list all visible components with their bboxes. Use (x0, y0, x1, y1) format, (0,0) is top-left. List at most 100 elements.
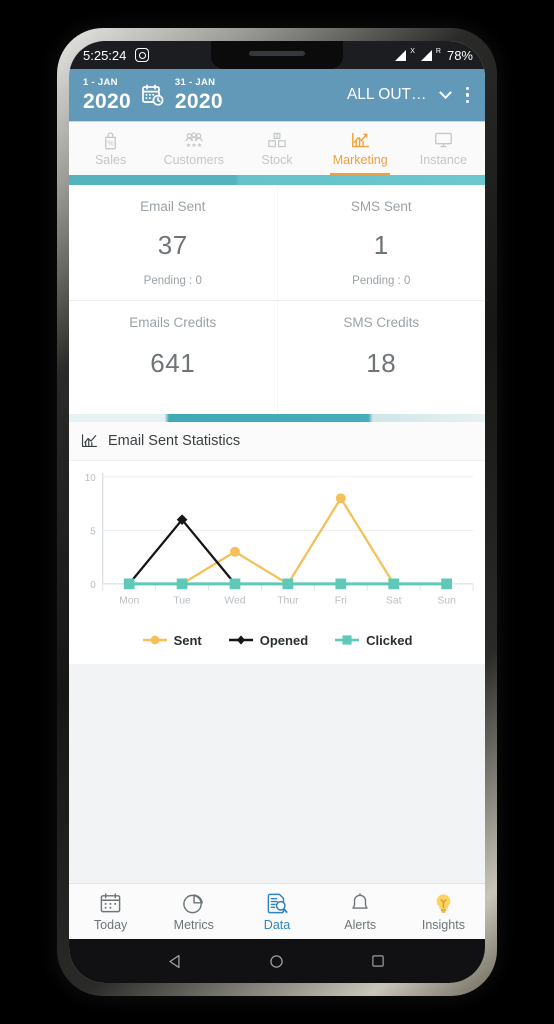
nav-item-today[interactable]: Today (69, 884, 152, 939)
data-point-clicked (335, 578, 347, 590)
data-point-clicked (123, 578, 135, 590)
marketing-chart-icon (350, 131, 371, 150)
bottom-navigation-bar: Today Metrics Data Alerts Insights (69, 883, 485, 939)
nav-item-insights[interactable]: Insights (402, 884, 485, 939)
date-to-day: 31 - JAN (174, 77, 216, 89)
legend-label-clicked: Clicked (366, 632, 413, 648)
x-axis-tick-label: Tue (173, 596, 191, 607)
x-axis-tick-label: Sun (437, 596, 456, 607)
stat-value: 18 (366, 348, 397, 378)
legend-item-clicked[interactable]: Clicked (334, 633, 412, 648)
data-point-clicked (441, 578, 452, 590)
stat-card-sent: Email Sent 37 Pending : 0 SMS Sent 1 Pen… (69, 185, 485, 300)
pie-chart-icon (182, 891, 205, 915)
back-button[interactable] (159, 944, 193, 978)
sales-tag-icon: % (101, 131, 120, 150)
earpiece-speaker (249, 51, 305, 56)
calendar-clock-icon[interactable] (141, 83, 165, 107)
nav-item-data[interactable]: Data (235, 884, 318, 939)
status-bar-right: X R 78% (395, 48, 473, 63)
battery-percent: 78% (446, 47, 473, 63)
outlet-filter-dropdown[interactable]: ALL OUT… (347, 85, 452, 104)
signal-label-r: R (435, 47, 441, 55)
legend-marker-clicked (335, 635, 360, 645)
overflow-dot (465, 86, 469, 91)
home-button[interactable] (260, 944, 294, 978)
calendar-icon (99, 891, 122, 915)
phone-device-frame: 5:25:24 X R 78% 1 - JAN 2020 31 - JAN 20… (57, 28, 497, 996)
legend-marker-sent (142, 635, 167, 645)
tab-customers[interactable]: Customers (152, 122, 235, 175)
tab-instance-label: Instance (419, 152, 468, 167)
tab-sales[interactable]: % Sales (69, 122, 152, 175)
teal-accent-band-top (69, 175, 485, 185)
signal-label-x: X (410, 47, 415, 55)
tab-sales-label: Sales (94, 152, 127, 167)
status-bar-left: 5:25:24 (83, 47, 150, 63)
legend-item-opened[interactable]: Opened (228, 633, 308, 648)
date-from-year: 2020 (83, 89, 131, 113)
overflow-dot (465, 99, 469, 104)
x-axis-tick-label: Thur (277, 596, 299, 607)
nav-label-metrics: Metrics (173, 918, 214, 932)
stat-value: 37 (157, 230, 188, 260)
chart-line-opened (128, 518, 448, 585)
content-scroll-area[interactable]: Email Sent 37 Pending : 0 SMS Sent 1 Pen… (69, 185, 485, 883)
stat-label: Emails Credits (129, 315, 217, 330)
legend-marker-opened (228, 635, 253, 645)
email-line-chart[interactable]: 0 5 10 Mon Tue Wed Thur Fri Sat Sun (69, 461, 485, 621)
app-header: 1 - JAN 2020 31 - JAN 2020 ALL OUT… (69, 69, 485, 121)
nav-item-alerts[interactable]: Alerts (319, 884, 402, 939)
tab-instance[interactable]: Instance (402, 122, 485, 175)
stat-label: Email Sent (140, 199, 206, 214)
email-statistics-card: Email Sent Statistics 0 5 10 Mon Tue Wed Thur F… (69, 422, 485, 664)
data-search-icon (266, 891, 289, 915)
stat-card-credits: Emails Credits 641 SMS Credits 18 (69, 300, 485, 414)
stat-cell-sms-sent: SMS Sent 1 Pending : 0 (276, 185, 486, 300)
chart-header: Email Sent Statistics (69, 422, 485, 461)
section-tab-strip: % Sales Customers Stock Marketing Instan… (69, 121, 485, 175)
date-to-year: 2020 (174, 89, 223, 113)
nav-label-data: Data (263, 918, 291, 932)
chevron-down-icon (438, 85, 452, 99)
overflow-dot (465, 93, 469, 97)
legend-label-sent: Sent (173, 632, 202, 648)
overflow-menu-icon[interactable] (460, 83, 476, 108)
nav-item-metrics[interactable]: Metrics (152, 884, 235, 939)
customers-group-icon (183, 131, 205, 150)
bell-icon (349, 891, 371, 915)
stat-sub: Pending : 0 (352, 275, 411, 287)
tab-stock-label: Stock (261, 152, 293, 167)
stat-sub: Pending : 0 (143, 275, 202, 287)
data-point-clicked (282, 578, 294, 590)
data-point-clicked (176, 578, 188, 590)
tab-marketing-label: Marketing (332, 152, 388, 167)
x-axis-tick-label: Mon (119, 596, 139, 607)
status-time: 5:25:24 (83, 47, 127, 63)
recents-button[interactable] (361, 944, 395, 978)
stat-value: 1 (373, 230, 389, 260)
date-range-from[interactable]: 1 - JAN 2020 (83, 78, 131, 112)
x-axis-tick-label: Wed (224, 596, 245, 607)
lightbulb-icon (432, 891, 455, 915)
date-range-to[interactable]: 31 - JAN 2020 (175, 78, 223, 112)
legend-label-opened: Opened (259, 632, 309, 648)
data-point-clicked (388, 578, 400, 590)
bar-chart-icon (81, 434, 98, 447)
legend-item-sent[interactable]: Sent (142, 633, 202, 648)
stock-boxes-icon (267, 131, 287, 150)
nav-label-alerts: Alerts (344, 918, 377, 932)
signal-bars-2-icon (420, 49, 432, 61)
x-axis-tick-label: Fri (335, 596, 347, 607)
data-point-sent (335, 493, 346, 504)
phone-screen: 5:25:24 X R 78% 1 - JAN 2020 31 - JAN 20… (69, 41, 485, 983)
signal-bars-1-icon (395, 49, 407, 61)
data-point-sent (230, 546, 240, 557)
teal-accent-band-mid (69, 414, 485, 422)
status-bar: 5:25:24 X R 78% (69, 41, 485, 69)
y-axis-tick-label: 10 (85, 473, 97, 484)
tab-stock[interactable]: Stock (235, 122, 318, 175)
tab-marketing[interactable]: Marketing (319, 122, 402, 175)
stat-value: 641 (150, 348, 196, 378)
chart-title: Email Sent Statistics (108, 433, 241, 449)
